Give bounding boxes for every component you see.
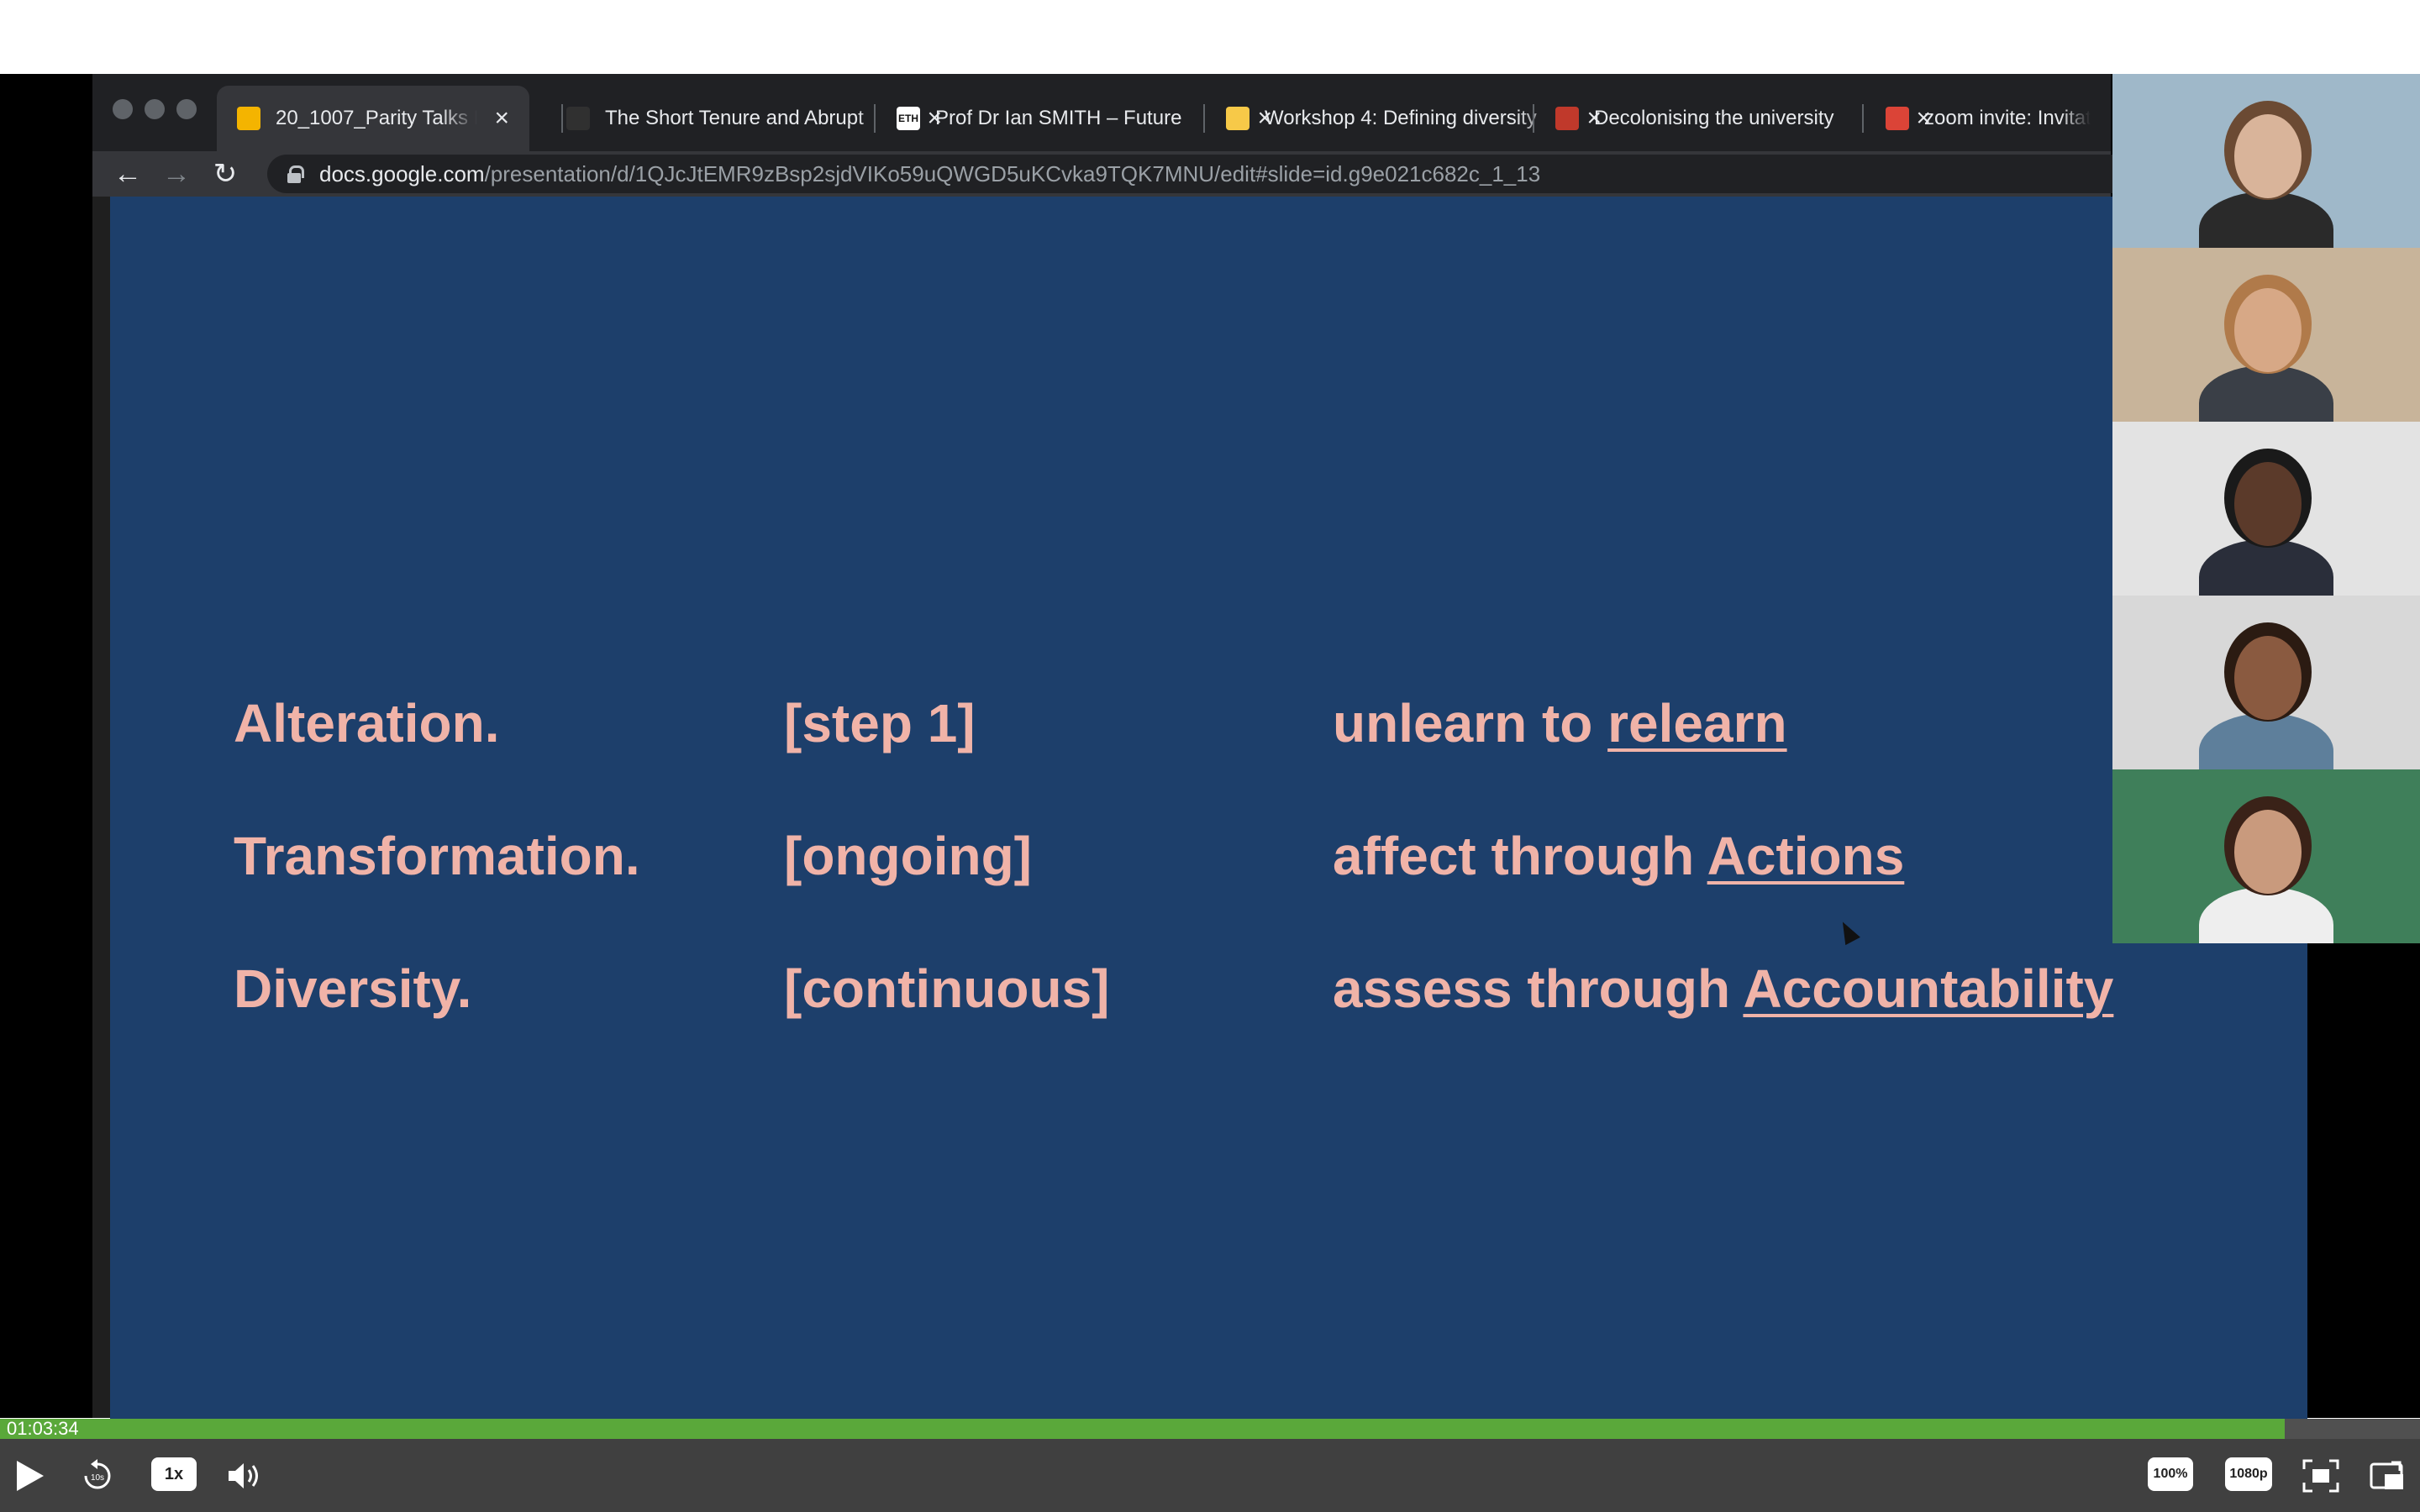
quality-button[interactable]: 1080p: [2225, 1457, 2272, 1491]
address-bar: ← → ↻ docs.google.com/presentation/d/1QJ…: [92, 151, 2200, 197]
participant-body: [2199, 365, 2333, 422]
tab-parity-talks[interactable]: 20_1007_Parity Talks Final ×: [217, 86, 529, 151]
fullscreen-icon: [2302, 1459, 2339, 1493]
gmail-icon: [1886, 107, 1909, 130]
volume-icon: [229, 1463, 258, 1488]
participant-2-video-tile[interactable]: [2112, 248, 2420, 422]
participant-face: [2234, 288, 2302, 372]
tab-title: 20_1007_Parity Talks Final: [276, 107, 477, 129]
slide-term-diversity: Diversity.: [234, 958, 472, 1019]
participant-body: [2199, 539, 2333, 596]
participant-body: [2199, 887, 2333, 943]
slide-phase-step-1: [step 1]: [784, 693, 976, 753]
participant-face: [2234, 810, 2302, 894]
accountability-link[interactable]: Accountability: [1743, 958, 2113, 1019]
rewind-10-icon: 10s: [84, 1459, 111, 1489]
participant-body: [2199, 713, 2333, 769]
screen-share-stage: 20_1007_Parity Talks Final × The Short T…: [0, 74, 2420, 1487]
url-text: docs.google.com/presentation/d/1QJcJtEMR…: [319, 160, 1541, 186]
picture-in-picture-icon: [2370, 1461, 2403, 1489]
participant-face: [2234, 462, 2302, 546]
fullscreen-button[interactable]: [2301, 1457, 2341, 1494]
tab-zoom-invite[interactable]: zoom invite: Invitation:: [1865, 86, 2111, 151]
presentation-slide: Alteration. [step 1] unlearn to relearn …: [110, 197, 2307, 1487]
eth-icon: ETH: [897, 107, 920, 130]
tab-bar: 20_1007_Parity Talks Final × The Short T…: [92, 74, 2111, 151]
relearn-link[interactable]: relearn: [1607, 693, 1786, 753]
tab-title: zoom invite: Invitation:: [1924, 107, 2091, 129]
rewind-button[interactable]: 10s: [79, 1457, 116, 1494]
maximize-window-button[interactable]: [176, 99, 197, 119]
play-icon: [17, 1461, 44, 1491]
reload-button[interactable]: ↻: [203, 151, 247, 197]
miro-icon: [1226, 107, 1249, 130]
progress-bar[interactable]: [0, 1419, 2420, 1439]
slide-phase-ongoing: [ongoing]: [784, 826, 1032, 886]
picture-in-picture-button[interactable]: [2368, 1457, 2408, 1494]
svg-text:10s: 10s: [91, 1473, 104, 1483]
participant-5-video-tile[interactable]: [2112, 769, 2420, 943]
university-crest-icon: [1555, 107, 1579, 130]
participant-3-video-tile[interactable]: [2112, 422, 2420, 596]
play-button[interactable]: [12, 1457, 49, 1494]
timecode: 01:03:34: [7, 1418, 79, 1439]
player-controls: 10s 1x 100% 1080p: [0, 1439, 2420, 1512]
participant-video-strip: [2112, 74, 2420, 944]
tab-title: Decolonising the university: [1594, 107, 1834, 129]
tab-separator: [1862, 104, 1864, 133]
tab-separator: [874, 104, 876, 133]
lock-icon: [287, 165, 304, 183]
participant-1-video-tile[interactable]: [2112, 74, 2420, 248]
tab-title: Workshop 4: Defining diversity: [1265, 107, 1537, 129]
participant-4-video-tile[interactable]: [2112, 596, 2420, 769]
google-slides-icon: [237, 107, 260, 130]
back-button[interactable]: ←: [106, 151, 150, 197]
actions-link[interactable]: Actions: [1707, 826, 1905, 886]
document-icon: [566, 107, 590, 130]
mouse-cursor-icon: [1835, 917, 1860, 946]
forward-button[interactable]: →: [155, 151, 198, 197]
participant-face: [2234, 114, 2302, 198]
close-icon[interactable]: ×: [494, 106, 509, 131]
participant-face: [2234, 636, 2302, 720]
slide-desc-accountability: assess through Accountability: [1333, 958, 2114, 1019]
tab-separator: [1533, 104, 1534, 133]
slide-desc-relearn: unlearn to relearn: [1333, 693, 1787, 753]
minimize-window-button[interactable]: [145, 99, 165, 119]
playback-speed-button[interactable]: 1x: [151, 1457, 197, 1491]
url-input[interactable]: docs.google.com/presentation/d/1QJcJtEMR…: [267, 155, 2200, 193]
zoom-level-button[interactable]: 100%: [2148, 1457, 2193, 1491]
volume-button[interactable]: [225, 1457, 266, 1494]
slide-desc-actions: affect through Actions: [1333, 826, 1905, 886]
participant-body: [2199, 192, 2333, 248]
tab-separator: [1203, 104, 1205, 133]
slide-phase-continuous: [continuous]: [784, 958, 1110, 1019]
close-window-button[interactable]: [113, 99, 133, 119]
slide-term-transformation: Transformation.: [234, 826, 640, 886]
tab-title: Prof Dr Ian SMITH – Future: [935, 107, 1182, 129]
progress-fill: [0, 1419, 2285, 1439]
slide-term-alteration: Alteration.: [234, 693, 500, 753]
tab-title: The Short Tenure and Abrupt: [605, 107, 864, 129]
